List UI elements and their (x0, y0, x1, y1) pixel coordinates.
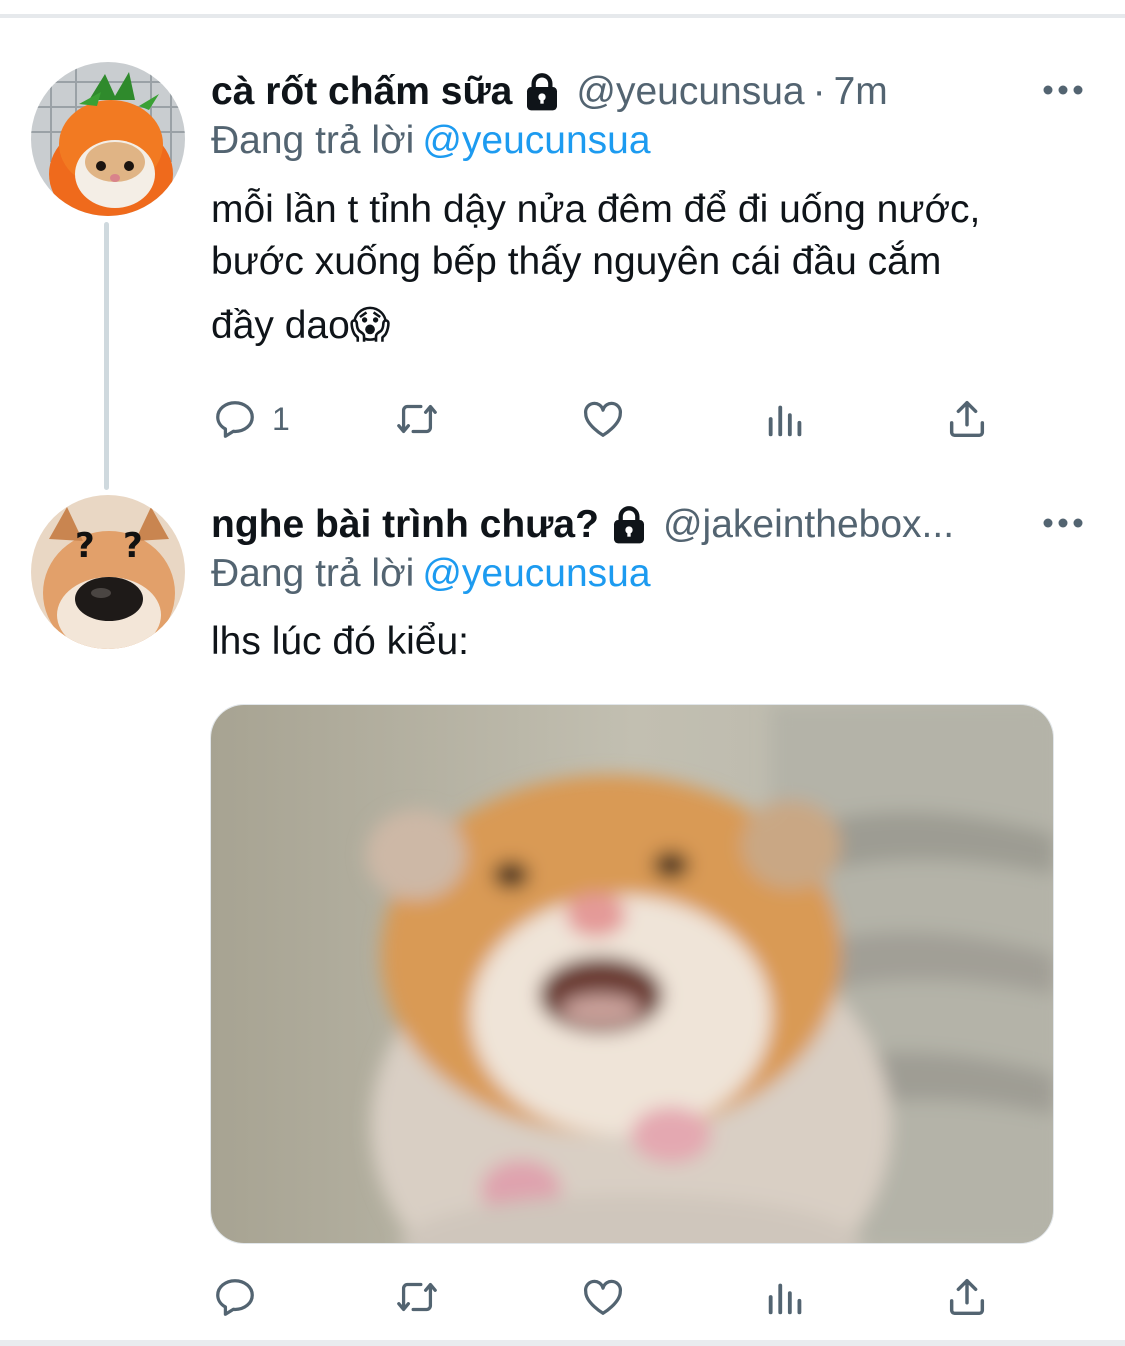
display-name[interactable]: cà rốt chấm sữa (211, 70, 512, 114)
tweet-header: cà rốt chấm sữa @yeucunsua · 7m (211, 64, 888, 120)
avatar-hamster-image (31, 62, 185, 216)
tweet-actions: 1 (212, 394, 992, 444)
replying-to: Đang trả lời @yeucunsua (211, 552, 651, 596)
question-mark-right: ? (123, 526, 143, 566)
reply-icon (216, 1279, 254, 1316)
retweet-icon (397, 404, 437, 434)
lock-icon (527, 73, 558, 111)
display-name[interactable]: nghe bài trình chưa? (211, 503, 599, 547)
tweet-text: lhs lúc đó kiểu: (211, 616, 469, 668)
analytics-icon (768, 405, 802, 437)
tweet-text-line: mỗi lần t tỉnh dậy nửa đêm để đi uống nư… (211, 188, 981, 231)
analytics-button[interactable] (763, 394, 809, 444)
tweet-actions (212, 1272, 992, 1322)
timestamp[interactable]: 7m (834, 70, 888, 114)
analytics-button[interactable] (763, 1272, 809, 1322)
like-button[interactable] (580, 394, 626, 444)
tweet-text: mỗi lần t tỉnh dậy nửa đêm để đi uống nư… (211, 184, 980, 352)
thread-connector-line (104, 222, 109, 490)
more-icon[interactable] (1041, 513, 1085, 533)
reply-icon (216, 401, 254, 438)
top-divider (0, 14, 1125, 18)
tweet-text-line: bước xuống bếp thấy nguyên cái đầu cắm (211, 240, 942, 283)
analytics-icon (768, 1283, 802, 1315)
like-icon (583, 1279, 623, 1315)
scared-hamster-image (211, 705, 1053, 1243)
handle[interactable]: @jakeintheboх... (663, 503, 954, 547)
avatar[interactable] (31, 62, 185, 216)
tweet-text-line: đầy dao😱 (211, 304, 391, 347)
replying-label: Đang trả lời (211, 119, 415, 162)
tweet-text-line: lhs lúc đó kiểu: (211, 620, 469, 663)
handle[interactable]: @yeucunsua (576, 70, 804, 114)
avatar-shiba-image: ? ? (31, 495, 185, 649)
replying-to: Đang trả lời @yeucunsua (211, 119, 651, 163)
question-mark-left: ? (75, 526, 95, 566)
bottom-divider (0, 1340, 1125, 1346)
separator-dot: · (812, 70, 826, 113)
more-icon[interactable] (1041, 80, 1085, 100)
retweet-icon (397, 1282, 437, 1312)
twitter-thread: cà rốt chấm sữa @yeucunsua · 7m Đang trả… (0, 0, 1125, 1346)
reply-button[interactable] (212, 1272, 258, 1322)
share-button[interactable] (944, 1272, 990, 1322)
avatar[interactable]: ? ? (31, 495, 185, 649)
replying-label: Đang trả lời (211, 552, 415, 595)
like-button[interactable] (580, 1272, 626, 1322)
retweet-button[interactable] (394, 394, 440, 444)
share-button[interactable] (944, 394, 990, 444)
lock-icon (613, 506, 644, 544)
share-icon (949, 1278, 985, 1316)
retweet-button[interactable] (394, 1272, 440, 1322)
tweet-media[interactable] (210, 704, 1054, 1244)
tweet-header: nghe bài trình chưa? @jakeintheboх... (211, 497, 954, 553)
mention-link[interactable]: @yeucunsua (422, 552, 650, 595)
share-icon (949, 400, 985, 438)
mention-link[interactable]: @yeucunsua (422, 119, 650, 162)
like-icon (583, 401, 623, 437)
reply-count: 1 (272, 400, 290, 437)
reply-button[interactable]: 1 (212, 394, 290, 444)
